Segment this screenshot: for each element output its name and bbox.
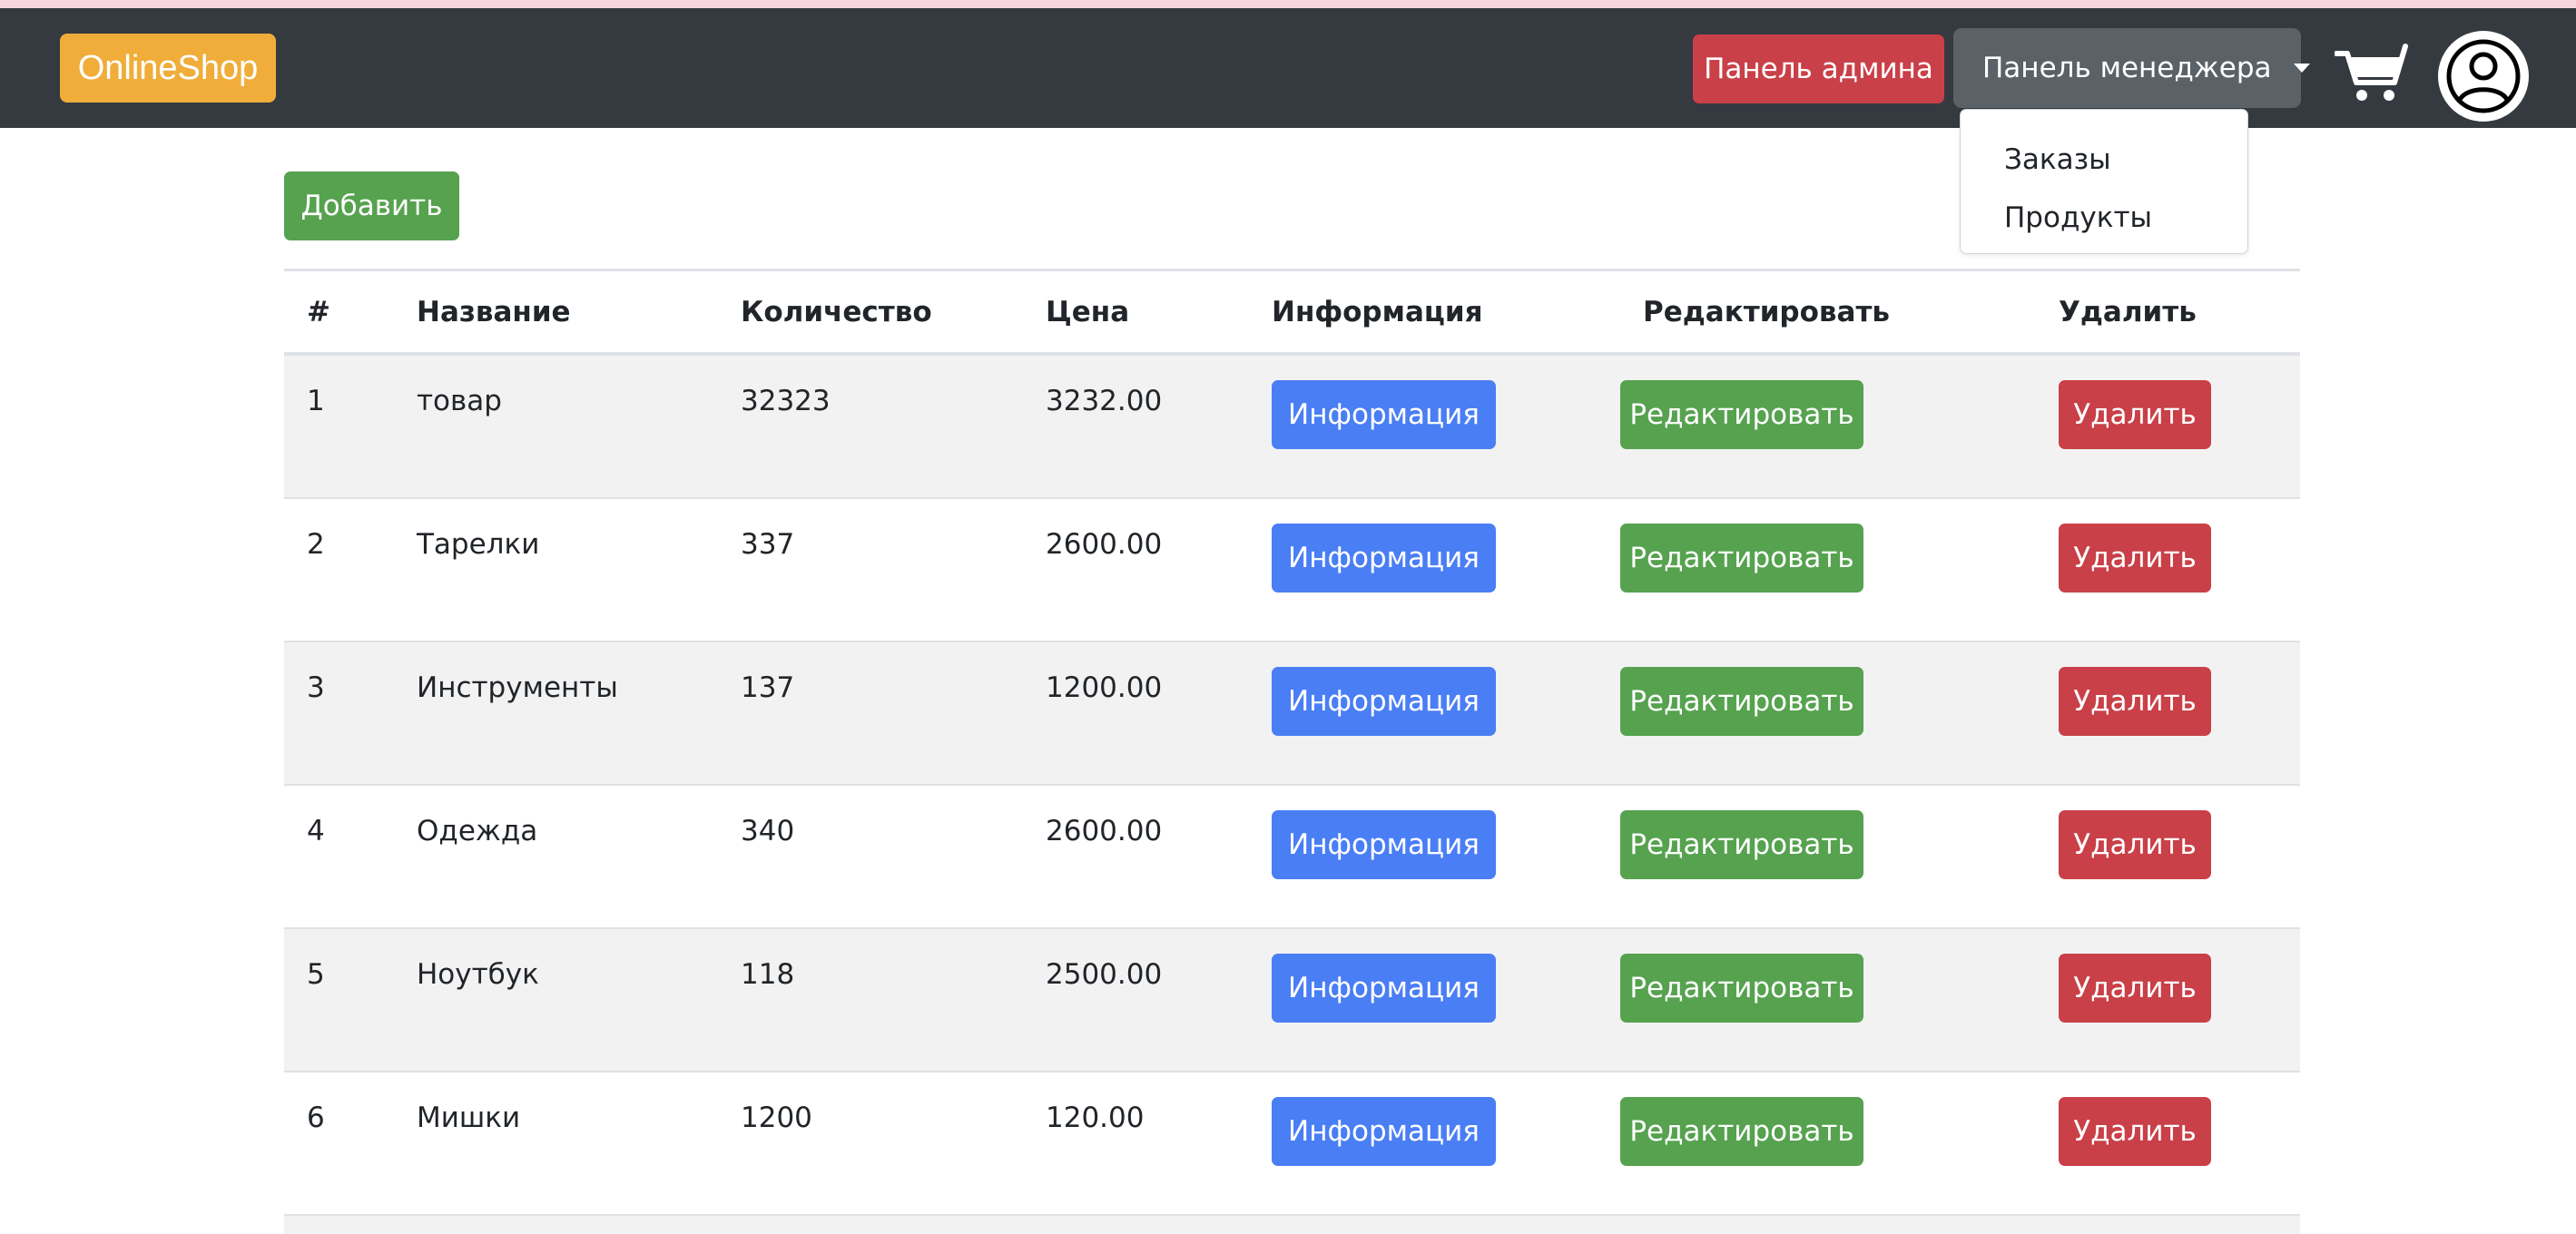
dropdown-item-products[interactable]: Продукты bbox=[1961, 189, 2247, 247]
header-edit: Редактировать bbox=[1643, 295, 1891, 328]
info-cell: Информация bbox=[1232, 929, 1620, 1071]
delete-button[interactable]: Удалить bbox=[2059, 524, 2211, 593]
product-name: Одежда bbox=[417, 815, 538, 847]
info-cell: Информация bbox=[1232, 356, 1620, 497]
table-row: 1 товар 32323 3232.00 Информация Редакти… bbox=[284, 356, 2300, 499]
edit-button[interactable]: Редактировать bbox=[1620, 667, 1863, 736]
product-quantity: 337 bbox=[741, 528, 795, 561]
product-name: Тарелки bbox=[417, 528, 540, 561]
admin-panel-button[interactable]: Панель админа bbox=[1693, 34, 1944, 103]
delete-button[interactable]: Удалить bbox=[2059, 954, 2211, 1023]
delete-button[interactable]: Удалить bbox=[2059, 810, 2211, 879]
product-name: Инструменты bbox=[417, 671, 618, 704]
product-name: Ноутбук bbox=[417, 958, 539, 991]
product-quantity: 137 bbox=[741, 671, 795, 704]
edit-button[interactable]: Редактировать bbox=[1620, 954, 1863, 1023]
edit-cell: Редактировать bbox=[1620, 499, 2036, 641]
product-price: 2600.00 bbox=[1046, 528, 1163, 561]
info-button[interactable]: Информация bbox=[1272, 1097, 1496, 1166]
product-price: 120.00 bbox=[1046, 1102, 1145, 1134]
table-header-row: # Название Количество Цена Информация Ре… bbox=[284, 271, 2300, 356]
edit-button[interactable]: Редактировать bbox=[1620, 524, 1863, 593]
header-info: Информация bbox=[1272, 295, 1483, 328]
edit-button[interactable]: Редактировать bbox=[1620, 1097, 1863, 1166]
manager-panel-dropdown-toggle[interactable]: Панель менеджера bbox=[1953, 28, 2310, 108]
edit-cell: Редактировать bbox=[1620, 356, 2036, 497]
row-number: 6 bbox=[307, 1102, 325, 1134]
info-button[interactable]: Информация bbox=[1272, 954, 1496, 1023]
table-row: 2 Тарелки 337 2600.00 Информация Редакти… bbox=[284, 499, 2300, 642]
edit-cell: Редактировать bbox=[1620, 1072, 2036, 1214]
row-number: 5 bbox=[307, 958, 325, 991]
info-button[interactable]: Информация bbox=[1272, 380, 1496, 449]
info-cell: Информация bbox=[1232, 642, 1620, 784]
edit-cell: Редактировать bbox=[1620, 642, 2036, 784]
info-cell: Информация bbox=[1232, 786, 1620, 927]
header-quantity: Количество bbox=[741, 295, 932, 328]
product-quantity: 1200 bbox=[741, 1102, 812, 1134]
table-row: 5 Ноутбук 118 2500.00 Информация Редакти… bbox=[284, 929, 2300, 1072]
table-row: 3 Инструменты 137 1200.00 Информация Ред… bbox=[284, 642, 2300, 786]
delete-button[interactable]: Удалить bbox=[2059, 667, 2211, 736]
products-table: # Название Количество Цена Информация Ре… bbox=[284, 269, 2300, 1234]
delete-button[interactable]: Удалить bbox=[2059, 380, 2211, 449]
product-name: товар bbox=[417, 385, 502, 417]
dropdown-item-orders[interactable]: Заказы bbox=[1961, 131, 2247, 189]
delete-cell: Удалить bbox=[2036, 929, 2300, 1071]
product-quantity: 32323 bbox=[741, 385, 831, 417]
info-cell: Информация bbox=[1232, 499, 1620, 641]
delete-cell: Удалить bbox=[2036, 356, 2300, 497]
product-price: 2500.00 bbox=[1046, 958, 1163, 991]
delete-cell: Удалить bbox=[2036, 786, 2300, 927]
table-row: 6 Мишки 1200 120.00 Информация Редактиро… bbox=[284, 1072, 2300, 1216]
row-number: 1 bbox=[307, 385, 325, 417]
top-accent-strip bbox=[0, 0, 2576, 8]
add-product-button[interactable]: Добавить bbox=[284, 171, 459, 240]
info-button[interactable]: Информация bbox=[1272, 524, 1496, 593]
product-price: 3232.00 bbox=[1046, 385, 1163, 417]
table-row-partial bbox=[284, 1216, 2300, 1234]
brand-logo[interactable]: OnlineShop bbox=[60, 34, 276, 103]
edit-cell: Редактировать bbox=[1620, 929, 2036, 1071]
delete-cell: Удалить bbox=[2036, 499, 2300, 641]
table-row: 4 Одежда 340 2600.00 Информация Редактир… bbox=[284, 786, 2300, 929]
caret-down-icon bbox=[2293, 64, 2310, 73]
header-number: # bbox=[307, 295, 330, 328]
user-circle-icon[interactable] bbox=[2437, 30, 2530, 122]
manager-panel-label: Панель менеджера bbox=[1982, 52, 2272, 84]
row-number: 2 bbox=[307, 528, 325, 561]
cart-icon[interactable] bbox=[2335, 43, 2409, 103]
delete-button[interactable]: Удалить bbox=[2059, 1097, 2211, 1166]
manager-dropdown-menu: Заказы Продукты bbox=[1960, 109, 2248, 254]
product-price: 1200.00 bbox=[1046, 671, 1163, 704]
product-quantity: 118 bbox=[741, 958, 795, 991]
row-number: 4 bbox=[307, 815, 325, 847]
header-delete: Удалить bbox=[2059, 295, 2197, 328]
info-button[interactable]: Информация bbox=[1272, 810, 1496, 879]
product-name: Мишки bbox=[417, 1102, 521, 1134]
header-price: Цена bbox=[1046, 295, 1130, 328]
product-quantity: 340 bbox=[741, 815, 795, 847]
product-price: 2600.00 bbox=[1046, 815, 1163, 847]
edit-cell: Редактировать bbox=[1620, 786, 2036, 927]
delete-cell: Удалить bbox=[2036, 642, 2300, 784]
info-button[interactable]: Информация bbox=[1272, 667, 1496, 736]
edit-button[interactable]: Редактировать bbox=[1620, 810, 1863, 879]
header-name: Название bbox=[417, 295, 571, 328]
info-cell: Информация bbox=[1232, 1072, 1620, 1214]
delete-cell: Удалить bbox=[2036, 1072, 2300, 1214]
row-number: 3 bbox=[307, 671, 325, 704]
edit-button[interactable]: Редактировать bbox=[1620, 380, 1863, 449]
